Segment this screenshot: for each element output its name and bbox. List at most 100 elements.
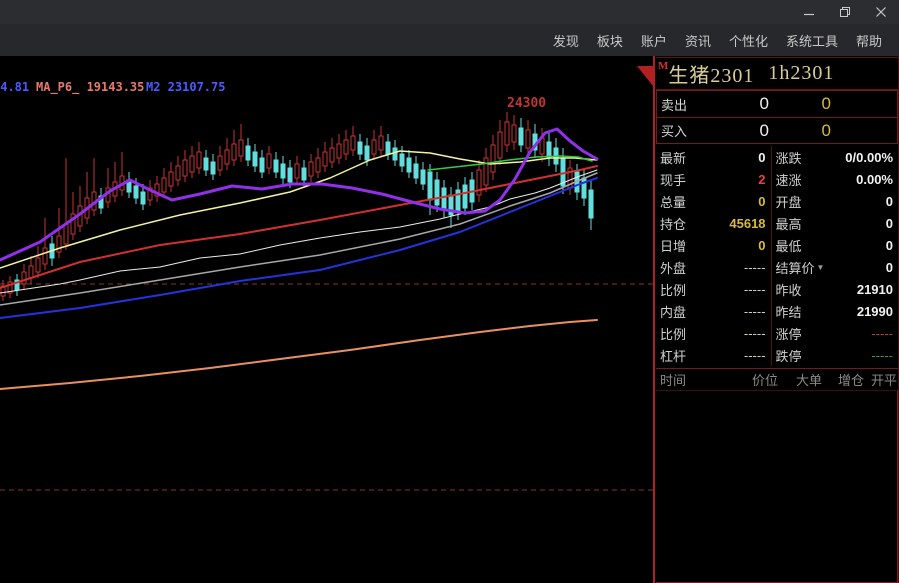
candle [176, 156, 180, 186]
stat-row: 日增 0 [656, 234, 771, 256]
menu-item-5[interactable]: 系统工具 [777, 31, 847, 50]
stat-label: 内盘 [660, 302, 686, 321]
candle [29, 256, 33, 284]
tick-table-header: 时间价位大单增仓开平 [656, 368, 898, 390]
candle [57, 208, 61, 258]
candle [414, 156, 418, 184]
stat-row: 比例----- [656, 322, 771, 344]
main-area: 64.81MA_P6_ 19143.35M2 23107.7524300 M 生… [0, 56, 899, 583]
stat-row: 最低0 [772, 234, 898, 256]
chart-label-peak-price: 24300 [507, 96, 546, 111]
candle [358, 134, 362, 160]
stat-row: 涨停----- [772, 322, 898, 344]
stat-value: 0.00% [856, 172, 893, 187]
candle [554, 138, 558, 172]
stat-row: 外盘----- [656, 256, 771, 278]
tick-header-col-3: 增仓 [822, 370, 864, 389]
tick-header-col-4: 开平 [864, 370, 897, 389]
stat-label: 最新 [660, 148, 686, 167]
stat-value: 0 [886, 194, 893, 209]
stat-label: 涨跌 [776, 148, 802, 167]
contract-title: M 生猪2301 1h2301 [656, 57, 898, 90]
candle [484, 148, 488, 192]
quote-panel: M 生猪2301 1h2301 卖出00买入00 最新0现手2总量0持仓4561… [656, 56, 899, 583]
stat-label: 开盘 [776, 192, 802, 211]
candle [330, 138, 334, 168]
stat-value: ----- [744, 348, 766, 363]
order-volume: 0 [769, 94, 831, 114]
candle [225, 138, 229, 170]
menubar: 发现板块账户资讯个性化系统工具帮助 [0, 24, 899, 56]
candle [113, 162, 117, 202]
restore-button[interactable] [827, 0, 863, 24]
chart-label-ma-p6: MA_P6_ 19143.35 [36, 80, 144, 95]
menu-item-4[interactable]: 个性化 [720, 31, 777, 50]
close-button[interactable] [863, 0, 899, 24]
panel-separator[interactable] [653, 56, 655, 583]
tick-list[interactable] [656, 390, 898, 583]
stat-row: 总量0 [656, 190, 771, 212]
order-price: 0 [705, 121, 769, 141]
panel-collapse-button[interactable] [637, 64, 653, 88]
stat-value: 0 [886, 238, 893, 253]
stat-value: 21910 [857, 282, 893, 297]
candle [302, 160, 306, 186]
stat-row: 速涨0.00% [772, 168, 898, 190]
main-contract-marker: M [658, 60, 668, 72]
stat-label: 结算价 [776, 258, 815, 277]
stat-value: ----- [744, 282, 766, 297]
candle [463, 177, 467, 215]
candle [379, 126, 383, 156]
candle [64, 158, 68, 250]
stat-value: 0 [758, 238, 765, 253]
candle [246, 138, 250, 166]
stat-label: 昨收 [776, 280, 802, 299]
candle [386, 134, 390, 160]
stat-row: 比例 ----- [656, 278, 771, 300]
stat-value: ----- [871, 326, 893, 341]
candle [477, 160, 481, 202]
candle [498, 120, 502, 165]
candlestick-chart[interactable]: 64.81MA_P6_ 19143.35M2 23107.7524300 [0, 56, 653, 583]
menu-item-6[interactable]: 帮助 [847, 31, 891, 50]
order-label: 买入 [661, 121, 705, 140]
menu-item-2[interactable]: 账户 [632, 31, 676, 50]
candle [155, 176, 159, 202]
contract-period: 1h2301 [768, 62, 834, 85]
candle [267, 146, 271, 174]
candle [36, 246, 40, 278]
candle [400, 146, 404, 172]
candle [407, 150, 411, 178]
stat-row: 杠杆----- [656, 344, 771, 366]
chart-line-ma-blue [0, 178, 597, 318]
candle [169, 162, 173, 192]
stat-value: 0 [886, 216, 893, 231]
stat-row: 结算价▼0 [772, 256, 898, 278]
chart-label-value-left: 64.81 [0, 80, 29, 94]
menu-item-0[interactable]: 发现 [544, 31, 588, 50]
stat-label: 日增 [660, 236, 686, 255]
candle [421, 162, 425, 190]
menu-item-3[interactable]: 资讯 [676, 31, 720, 50]
stat-row: 开盘 0 [772, 190, 898, 212]
candle [99, 188, 103, 214]
stat-value: ----- [744, 326, 766, 341]
stat-value: ----- [744, 304, 766, 319]
candle [526, 120, 530, 155]
sell-row[interactable]: 卖出00 [657, 91, 897, 117]
candle [372, 130, 376, 160]
stat-value: 2 [758, 172, 765, 187]
buy-row[interactable]: 买入00 [657, 117, 897, 143]
candle [71, 192, 75, 240]
stat-label: 比例 [660, 280, 686, 299]
candle [295, 156, 299, 184]
candle [512, 115, 516, 150]
menu-item-1[interactable]: 板块 [588, 31, 632, 50]
candle [15, 274, 19, 296]
stat-label: 持仓 [660, 214, 686, 233]
settlement-dropdown-icon[interactable]: ▼ [817, 263, 825, 272]
candle [253, 144, 257, 172]
candle [92, 158, 96, 216]
candle [337, 134, 341, 164]
minimize-button[interactable] [791, 0, 827, 24]
